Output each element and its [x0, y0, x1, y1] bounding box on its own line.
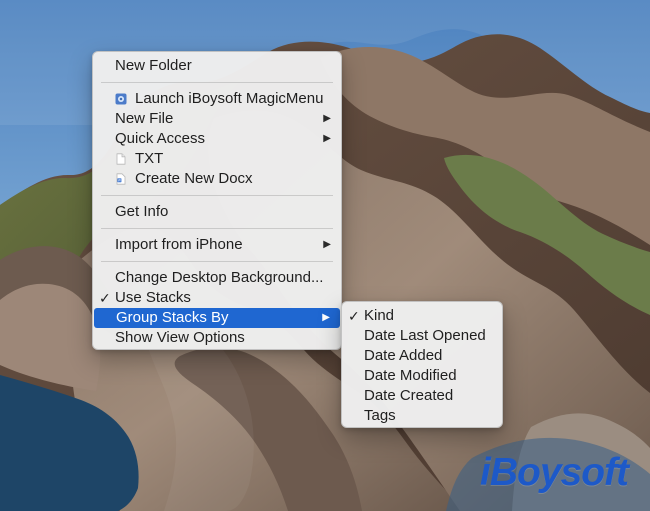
group-stacks-submenu: ✓ Kind Date Last Opened Date Added Date …	[341, 301, 503, 428]
menu-item-get-info[interactable]: Get Info	[93, 202, 341, 222]
chevron-right-icon: ▶	[323, 239, 331, 250]
menu-item-label: Use Stacks	[115, 289, 191, 306]
menu-item-label: Show View Options	[115, 329, 245, 346]
chevron-right-icon: ▶	[322, 312, 330, 323]
menu-item-new-folder[interactable]: New Folder	[93, 56, 341, 76]
chevron-right-icon: ▶	[323, 133, 331, 144]
context-menu: New Folder Launch iBoysoft MagicMenu New…	[92, 51, 342, 350]
submenu-item-tags[interactable]: Tags	[342, 406, 502, 426]
submenu-item-label: Tags	[364, 407, 396, 424]
watermark-logo: iBoysoft	[480, 451, 629, 494]
menu-item-group-stacks-by[interactable]: Group Stacks By ▶	[94, 308, 340, 328]
menu-separator	[101, 82, 333, 83]
menu-item-import-iphone[interactable]: Import from iPhone ▶	[93, 235, 341, 255]
menu-item-label: Launch iBoysoft MagicMenu	[135, 90, 324, 107]
menu-item-launch-magicmenu[interactable]: Launch iBoysoft MagicMenu	[93, 89, 341, 109]
submenu-item-date-last-opened[interactable]: Date Last Opened	[342, 326, 502, 346]
word-document-icon: W	[116, 173, 126, 185]
menu-item-label: TXT	[135, 150, 164, 167]
menu-item-label: New Folder	[115, 57, 192, 74]
menu-item-change-background[interactable]: Change Desktop Background...	[93, 268, 341, 288]
menu-item-txt[interactable]: TXT	[93, 149, 341, 169]
magic-menu-icon	[115, 93, 127, 105]
checkmark-icon: ✓	[348, 308, 360, 324]
menu-item-new-file[interactable]: New File ▶	[93, 109, 341, 129]
svg-text:W: W	[118, 178, 121, 182]
submenu-item-label: Date Modified	[364, 367, 457, 384]
menu-item-label: Create New Docx	[135, 170, 253, 187]
menu-item-label: Get Info	[115, 203, 169, 220]
menu-item-quick-access[interactable]: Quick Access ▶	[93, 129, 341, 149]
submenu-item-kind[interactable]: ✓ Kind	[342, 306, 502, 326]
submenu-item-label: Kind	[364, 307, 395, 324]
menu-item-create-docx[interactable]: W Create New Docx	[93, 169, 341, 189]
menu-item-label: Change Desktop Background...	[115, 269, 324, 286]
menu-item-label: Quick Access	[115, 130, 206, 147]
menu-separator	[101, 228, 333, 229]
chevron-right-icon: ▶	[323, 113, 331, 124]
submenu-item-label: Date Last Opened	[364, 327, 486, 344]
submenu-item-date-created[interactable]: Date Created	[342, 386, 502, 406]
menu-item-label: Group Stacks By	[116, 309, 229, 326]
menu-item-use-stacks[interactable]: ✓ Use Stacks	[93, 288, 341, 308]
submenu-item-date-added[interactable]: Date Added	[342, 346, 502, 366]
checkmark-icon: ✓	[99, 290, 111, 306]
menu-item-show-view-options[interactable]: Show View Options	[93, 328, 341, 348]
document-icon	[116, 153, 126, 165]
submenu-item-date-modified[interactable]: Date Modified	[342, 366, 502, 386]
submenu-item-label: Date Added	[364, 347, 443, 364]
menu-item-label: Import from iPhone	[115, 236, 243, 253]
menu-item-label: New File	[115, 110, 174, 127]
menu-separator	[101, 195, 333, 196]
menu-separator	[101, 261, 333, 262]
desktop-background: iBoysoft New Folder Launch iBoysoft Magi…	[0, 0, 650, 511]
submenu-item-label: Date Created	[364, 387, 454, 404]
